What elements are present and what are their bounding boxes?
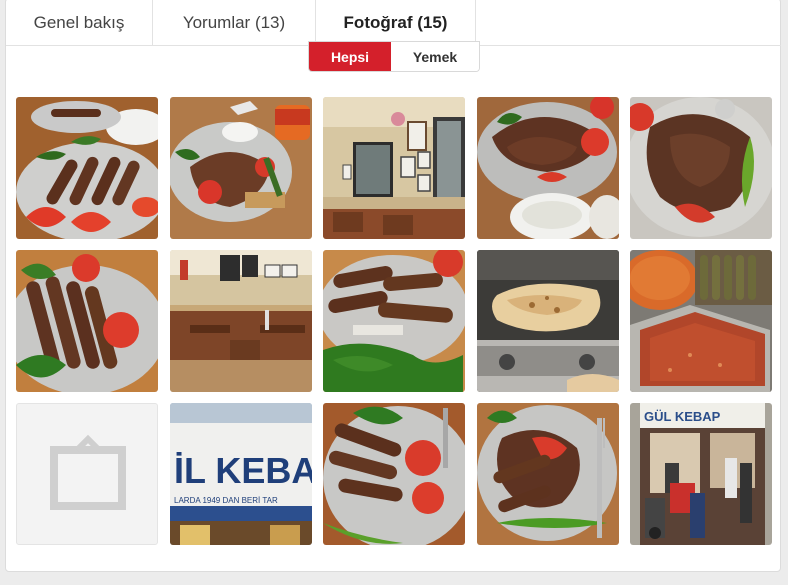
photo-thumbnail[interactable]: İL KEBA LARDA 1949 DAN BERİ TAR: [169, 403, 312, 545]
tab-overview[interactable]: Genel bakış: [6, 0, 153, 45]
restaurant-photo: [323, 97, 465, 239]
food-photo: [16, 250, 158, 392]
food-photo: [16, 97, 158, 239]
storefront-sign-text: GÜL KEBAP: [644, 409, 721, 424]
food-photo: [323, 250, 465, 392]
restaurant-photo: [169, 250, 312, 392]
tab-bar: Genel bakış Yorumlar (13) Fotoğraf (15): [6, 0, 781, 46]
photo-placeholder[interactable]: [16, 403, 158, 545]
photo-thumbnail[interactable]: [630, 250, 772, 392]
image-placeholder-icon: [50, 434, 126, 510]
food-photo: [476, 97, 619, 239]
photo-thumbnail[interactable]: [169, 250, 312, 392]
filter-food-button[interactable]: Yemek: [391, 42, 479, 71]
restaurant-photo: İL KEBA LARDA 1949 DAN BERİ TAR: [169, 403, 312, 545]
photo-grid: İL KEBA LARDA 1949 DAN BERİ TAR GÜL KEBA…: [16, 97, 772, 545]
photo-thumbnail[interactable]: [323, 97, 465, 239]
photo-thumbnail[interactable]: [16, 97, 158, 239]
photo-filter: Hepsi Yemek: [308, 41, 480, 72]
sign-sub-text: LARDA 1949 DAN BERİ TAR: [174, 496, 278, 505]
photo-thumbnail[interactable]: [630, 97, 772, 239]
photo-thumbnail[interactable]: [323, 403, 465, 545]
photo-thumbnail[interactable]: [476, 97, 619, 239]
food-photo: [630, 250, 772, 392]
food-photo: [630, 97, 772, 239]
sign-main-text: İL KEBA: [174, 450, 312, 491]
restaurant-photo: GÜL KEBAP: [630, 403, 772, 545]
food-photo: [476, 250, 619, 392]
food-photo: [169, 97, 312, 239]
photo-thumbnail[interactable]: [16, 250, 158, 392]
filter-all-button[interactable]: Hepsi: [309, 42, 391, 71]
photo-thumbnail[interactable]: [323, 250, 465, 392]
photo-thumbnail[interactable]: [476, 403, 619, 545]
food-photo: [323, 403, 465, 545]
tab-reviews[interactable]: Yorumlar (13): [153, 0, 316, 45]
photo-thumbnail[interactable]: [476, 250, 619, 392]
food-photo: [476, 403, 619, 545]
photo-thumbnail[interactable]: GÜL KEBAP: [630, 403, 772, 545]
tab-photos[interactable]: Fotoğraf (15): [316, 0, 476, 46]
photo-thumbnail[interactable]: [169, 97, 312, 239]
